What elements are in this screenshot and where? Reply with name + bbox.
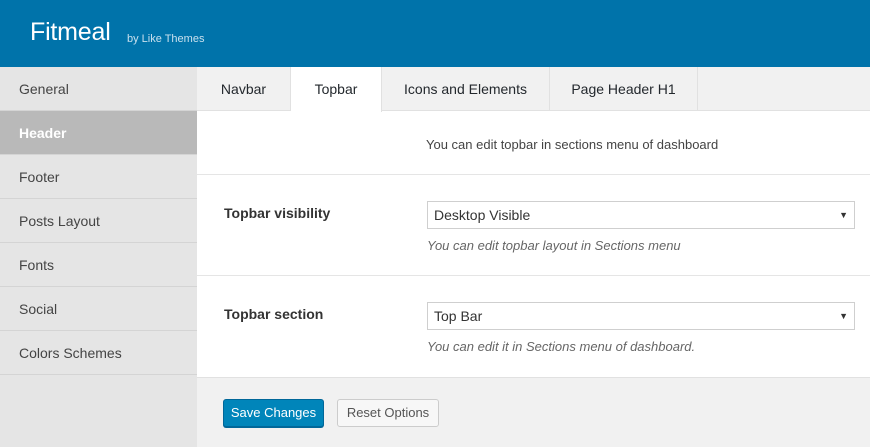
topbar-visibility-hint: You can edit topbar layout in Sections m… — [427, 238, 681, 253]
settings-panel: Navbar Topbar Icons and Elements Page He… — [197, 67, 870, 447]
tab-bar: Navbar Topbar Icons and Elements Page He… — [197, 67, 870, 112]
sidebar-item-general[interactable]: General — [0, 67, 197, 111]
chevron-down-icon: ▼ — [839, 311, 848, 321]
sidebar-item-header[interactable]: Header — [0, 111, 197, 155]
app-byline: by Like Themes — [127, 33, 205, 45]
app-title: Fitmeal — [30, 18, 111, 46]
topbar-section-select[interactable]: Top Bar ▼ — [427, 302, 855, 330]
sidebar: General Header Footer Posts Layout Fonts… — [0, 67, 197, 447]
reset-options-button[interactable]: Reset Options — [337, 399, 439, 427]
topbar-section-label: Topbar section — [224, 306, 324, 322]
save-changes-button[interactable]: Save Changes — [223, 399, 324, 427]
topbar-section-hint: You can edit it in Sections menu of dash… — [427, 339, 696, 354]
sidebar-item-fonts[interactable]: Fonts — [0, 243, 197, 287]
sidebar-item-colors-schemes[interactable]: Colors Schemes — [0, 331, 197, 375]
section-notice: You can edit topbar in sections menu of … — [426, 137, 719, 152]
sidebar-item-social[interactable]: Social — [0, 287, 197, 331]
tab-topbar[interactable]: Topbar — [291, 67, 382, 112]
divider — [197, 275, 870, 276]
tab-navbar[interactable]: Navbar — [197, 67, 291, 111]
topbar-visibility-value: Desktop Visible — [434, 207, 531, 223]
app-header: Fitmeal by Like Themes — [0, 0, 870, 67]
tab-page-header-h1[interactable]: Page Header H1 — [550, 67, 698, 111]
topbar-visibility-select[interactable]: Desktop Visible ▼ — [427, 201, 855, 229]
topbar-visibility-label: Topbar visibility — [224, 205, 331, 221]
chevron-down-icon: ▼ — [839, 210, 848, 220]
sidebar-item-footer[interactable]: Footer — [0, 155, 197, 199]
topbar-section-value: Top Bar — [434, 308, 483, 324]
divider — [197, 174, 870, 175]
sidebar-item-posts-layout[interactable]: Posts Layout — [0, 199, 197, 243]
tab-icons-and-elements[interactable]: Icons and Elements — [382, 67, 550, 111]
form-actions: Save Changes Reset Options — [197, 377, 870, 447]
